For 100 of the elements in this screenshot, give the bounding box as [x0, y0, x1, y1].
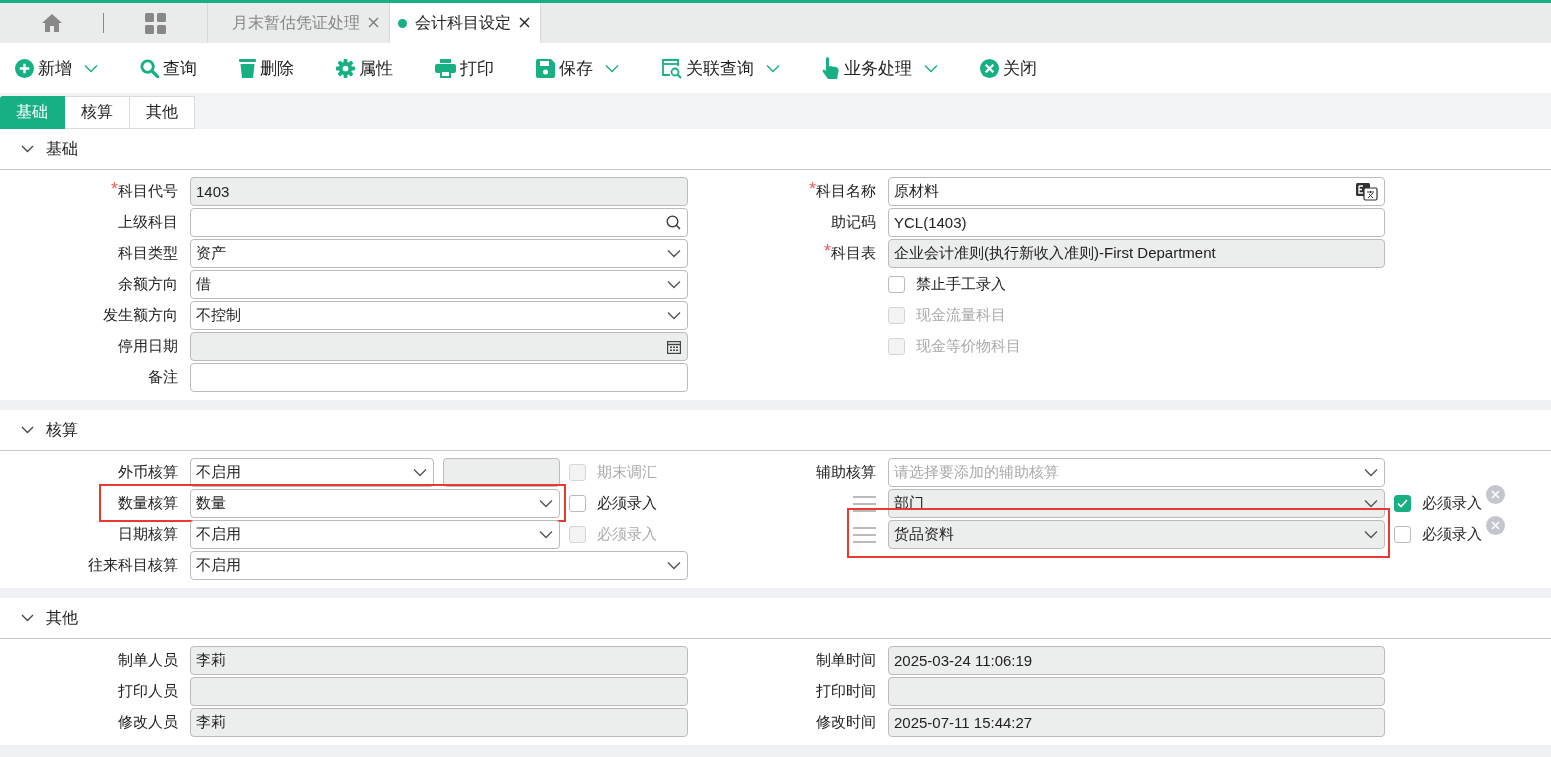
toolbar-button[interactable]: 属性: [336, 56, 393, 80]
field-value: 2025-03-24 11:06:19: [894, 652, 1033, 669]
field-label: 停用日期: [118, 337, 178, 356]
toolbar-button[interactable]: 删除: [239, 56, 294, 80]
input-field[interactable]: [190, 363, 688, 392]
field-label: 上级科目: [118, 213, 178, 232]
field-label: 备注: [148, 368, 178, 387]
form-tab[interactable]: 核算: [65, 96, 130, 129]
section-title: 基础: [46, 138, 78, 159]
caret-icon: [667, 561, 681, 570]
field-label: 往来科目核算: [88, 556, 178, 575]
remove-icon[interactable]: [1486, 516, 1505, 535]
field-label: 日期核算: [118, 525, 178, 544]
close-icon[interactable]: [519, 17, 530, 28]
search-field[interactable]: [190, 208, 688, 237]
dropdown[interactable]: 不启用: [190, 520, 560, 549]
dropdown[interactable]: 不启用: [190, 458, 434, 487]
dropdown[interactable]: 借: [190, 270, 688, 299]
caret-icon: [413, 468, 427, 477]
toolbar-button[interactable]: 业务处理: [822, 56, 938, 80]
dropdown[interactable]: 资产: [190, 239, 688, 268]
field-value: 1403: [196, 183, 230, 200]
input-field[interactable]: YCL(1403): [888, 208, 1385, 237]
field-label: 余额方向: [118, 275, 178, 294]
window-search-icon: [661, 57, 682, 79]
translate-icon[interactable]: [1356, 182, 1378, 201]
field-label: 制单时间: [816, 651, 876, 670]
section-title: 其他: [46, 607, 78, 628]
field-value: 不启用: [196, 525, 241, 544]
field-value: 李莉: [196, 713, 226, 732]
check-icon: [1397, 499, 1408, 508]
field-value: 借: [196, 275, 211, 294]
field-label: 科目表: [831, 244, 876, 263]
toolbar-button[interactable]: 新增: [15, 56, 98, 80]
home-icon[interactable]: [41, 14, 62, 32]
drag-handle-icon[interactable]: [853, 526, 876, 543]
field-label: 修改时间: [816, 713, 876, 732]
form-tab[interactable]: 其他: [130, 96, 195, 129]
input-field[interactable]: 原材料: [888, 177, 1385, 206]
checkbox-label: 必须录入: [1422, 494, 1482, 513]
toolbar-button[interactable]: 关闭: [980, 56, 1037, 80]
checkbox-label: 必须录入: [597, 494, 657, 513]
checkbox-label: 必须录入: [1422, 525, 1482, 544]
toolbar-button[interactable]: 保存: [536, 56, 619, 80]
required-mark: *: [824, 241, 831, 262]
field-label: 助记码: [831, 213, 876, 232]
field-value: YCL(1403): [894, 214, 967, 231]
field-label: 外币核算: [118, 463, 178, 482]
caret-icon: [1364, 499, 1378, 508]
chevron-down-icon[interactable]: [21, 426, 34, 434]
dropdown[interactable]: 数量: [190, 489, 560, 518]
field-label: 科目类型: [118, 244, 178, 263]
checkbox[interactable]: [569, 495, 586, 512]
toolbar-button[interactable]: 打印: [435, 56, 494, 80]
field-label: 打印时间: [816, 682, 876, 701]
field-value: 不控制: [196, 306, 241, 325]
caret-icon: [667, 249, 681, 258]
checkbox-label: 禁止手工录入: [916, 275, 1006, 294]
field-value: 李莉: [196, 651, 226, 670]
required-mark: *: [111, 179, 118, 200]
field-value: 数量: [196, 494, 226, 513]
toolbar-button[interactable]: 关联查询: [661, 56, 780, 80]
section-title: 核算: [46, 419, 78, 440]
toolbar-button[interactable]: 查询: [140, 56, 197, 80]
dropdown[interactable]: 不启用: [190, 551, 688, 580]
drag-handle-icon[interactable]: [853, 495, 876, 512]
chevron-down-icon[interactable]: [21, 614, 34, 622]
caret-icon: [667, 311, 681, 320]
search-icon: [140, 58, 159, 78]
trash-icon: [239, 58, 256, 78]
gear-icon: [336, 58, 355, 78]
field-label: 制单人员: [118, 651, 178, 670]
checkbox-label: 现金等价物科目: [916, 337, 1021, 356]
status-dot: [398, 18, 407, 28]
dropdown[interactable]: 不控制: [190, 301, 688, 330]
grid-icon[interactable]: [145, 12, 166, 34]
field-value: 不启用: [196, 556, 241, 575]
printer-icon: [435, 58, 456, 78]
field-label: 数量核算: [118, 494, 178, 513]
field-value: 资产: [196, 244, 226, 263]
field-value: 原材料: [894, 182, 939, 201]
field-value: 2025-07-11 15:44:27: [894, 714, 1033, 731]
field-label: 打印人员: [118, 682, 178, 701]
field-label: 科目名称: [816, 182, 876, 201]
checkbox-label: 必须录入: [597, 525, 657, 544]
search-icon[interactable]: [666, 215, 681, 230]
caret-icon: [539, 530, 553, 539]
plus-circle-icon: [15, 58, 34, 78]
chevron-down-icon[interactable]: [21, 145, 34, 153]
checkbox[interactable]: [888, 276, 905, 293]
field-value: 货品资料: [894, 525, 954, 544]
field-label: 辅助核算: [816, 463, 876, 482]
page-tab[interactable]: 会计科目设定: [389, 3, 541, 43]
field-label: 修改人员: [118, 713, 178, 732]
required-mark: *: [809, 179, 816, 200]
field-label: 科目代号: [118, 182, 178, 201]
field-label: 发生额方向: [103, 306, 178, 325]
checkbox-label: 期末调汇: [597, 463, 657, 482]
caret-icon: [667, 280, 681, 289]
remove-icon[interactable]: [1486, 485, 1505, 504]
